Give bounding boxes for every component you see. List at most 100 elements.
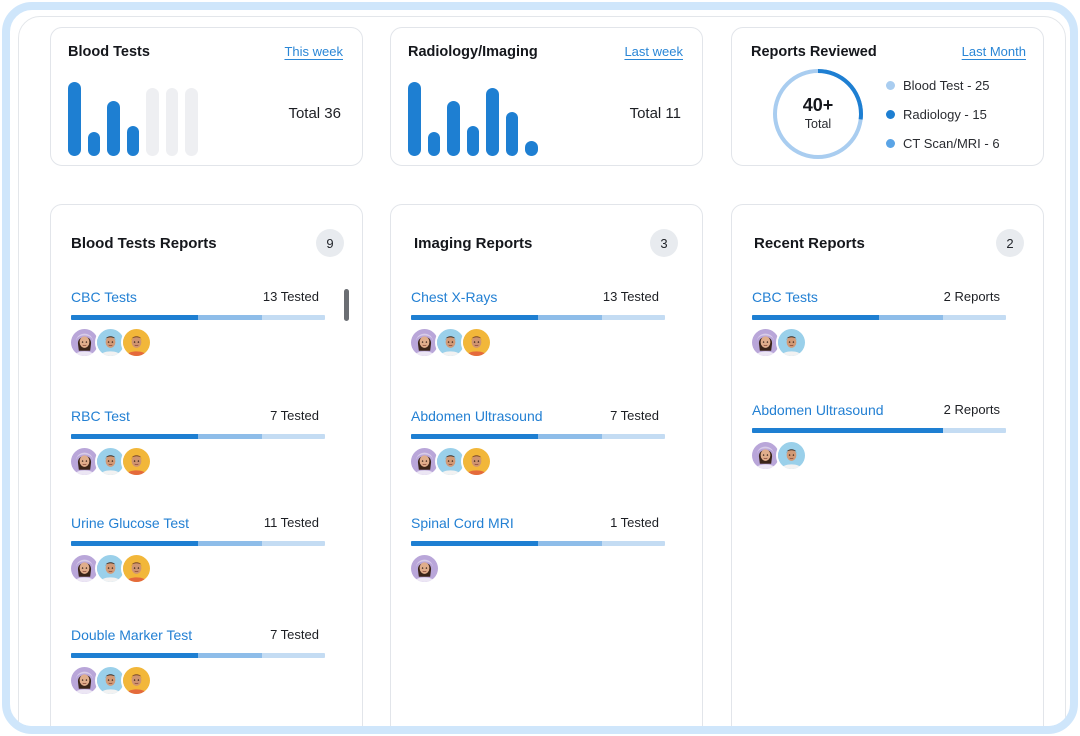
assignee-avatars <box>750 440 807 471</box>
assignee-avatars <box>409 553 440 584</box>
blood-tests-period-link[interactable]: This week <box>284 44 343 59</box>
radiology-summary-card: Radiology/Imaging Last week Total 11 <box>390 27 703 166</box>
progress-segment-mid <box>538 541 602 546</box>
report-item-count: 13 Tested <box>262 289 319 304</box>
progress-segment-main <box>71 315 198 320</box>
assignee-avatars <box>409 446 492 477</box>
bar-3 <box>107 101 120 156</box>
report-item-name[interactable]: RBC Test <box>71 408 130 424</box>
avatar[interactable] <box>121 446 152 477</box>
legend-dot-icon <box>886 139 895 148</box>
bar-2 <box>87 132 100 156</box>
radiology-total: Total 11 <box>629 105 681 122</box>
report-item-name[interactable]: CBC Tests <box>752 289 818 305</box>
blood-tests-total: Total 36 <box>288 105 341 122</box>
reports-legend: Blood Test - 25 Radiology - 15 CT Scan/M… <box>886 71 1000 158</box>
bar-1 <box>408 82 421 156</box>
bar-4 <box>466 126 479 156</box>
report-item-name[interactable]: Spinal Cord MRI <box>411 515 514 531</box>
report-item-count: 2 Reports <box>943 289 1000 304</box>
recent-reports-title: Recent Reports <box>754 235 865 252</box>
blood-tests-reports-card: Blood Tests Reports 9 CBC Tests 13 Teste… <box>50 204 363 726</box>
progress-segment-main <box>71 434 198 439</box>
avatar[interactable] <box>776 327 807 358</box>
report-item-name[interactable]: Chest X-Rays <box>411 289 497 305</box>
report-item-name[interactable]: Double Marker Test <box>71 627 192 643</box>
progress-segment-main <box>752 315 879 320</box>
progress-segment-main <box>752 428 943 433</box>
report-progress-bar <box>752 428 1006 433</box>
avatar[interactable] <box>121 327 152 358</box>
avatar[interactable] <box>776 440 807 471</box>
report-item-count: 7 Tested <box>270 408 319 423</box>
report-item-count: 13 Tested <box>602 289 659 304</box>
legend-dot-icon <box>886 81 895 90</box>
report-progress-bar <box>411 434 665 439</box>
app-frame: Blood Tests This week Total 36 Radiology… <box>2 2 1078 734</box>
report-progress-bar <box>71 653 325 658</box>
progress-segment-mid <box>538 434 602 439</box>
blood-tests-summary-card: Blood Tests This week Total 36 <box>50 27 363 166</box>
progress-segment-mid <box>538 315 602 320</box>
avatar[interactable] <box>461 327 492 358</box>
progress-segment-main <box>71 653 198 658</box>
imaging-reports-card: Imaging Reports 3 Chest X-Rays 13 Tested <box>390 204 703 726</box>
ring-value: 40+ <box>802 95 834 115</box>
report-item-name[interactable]: Abdomen Ultrasound <box>411 408 543 424</box>
bar-3 <box>447 101 460 156</box>
radiology-period-link[interactable]: Last week <box>624 44 683 59</box>
report-item-name[interactable]: Abdomen Ultrasound <box>752 402 884 418</box>
bar-1 <box>68 82 81 156</box>
report-progress-bar <box>71 434 325 439</box>
progress-segment-mid <box>198 653 262 658</box>
imaging-reports-title: Imaging Reports <box>414 235 533 252</box>
assignee-avatars <box>69 446 152 477</box>
report-progress-bar <box>752 315 1006 320</box>
bar-2 <box>427 132 440 156</box>
reports-reviewed-title: Reports Reviewed <box>751 44 877 60</box>
avatar[interactable] <box>409 553 440 584</box>
radiology-bar-chart <box>408 80 538 156</box>
blood-tests-reports-count-badge: 9 <box>316 229 344 257</box>
blood-tests-reports-title: Blood Tests Reports <box>71 235 217 252</box>
radiology-title: Radiology/Imaging <box>408 44 538 60</box>
progress-segment-main <box>411 541 538 546</box>
recent-reports-count-badge: 2 <box>996 229 1024 257</box>
assignee-avatars <box>69 665 152 696</box>
bar-7 <box>525 141 538 156</box>
report-item-count: 2 Reports <box>943 402 1000 417</box>
progress-segment-main <box>411 434 538 439</box>
report-item-count: 1 Tested <box>610 515 659 530</box>
bar-6 <box>505 112 518 156</box>
bar-6 <box>165 88 178 156</box>
reports-reviewed-period-link[interactable]: Last Month <box>962 44 1026 59</box>
legend-item-blood-test: Blood Test - 25 <box>886 71 1000 100</box>
bar-5 <box>486 88 499 156</box>
report-progress-bar <box>71 315 325 320</box>
avatar[interactable] <box>121 665 152 696</box>
recent-reports-card: Recent Reports 2 CBC Tests 2 Reports Abd… <box>731 204 1044 726</box>
legend-dot-icon <box>886 110 895 119</box>
ring-sub-label: Total <box>804 117 832 131</box>
assignee-avatars <box>750 327 807 358</box>
legend-item-radiology: Radiology - 15 <box>886 100 1000 129</box>
assignee-avatars <box>69 553 152 584</box>
progress-segment-mid <box>198 541 262 546</box>
assignee-avatars <box>409 327 492 358</box>
progress-segment-main <box>71 541 198 546</box>
imaging-reports-count-badge: 3 <box>650 229 678 257</box>
progress-segment-mid <box>198 434 262 439</box>
avatar[interactable] <box>461 446 492 477</box>
report-progress-bar <box>411 541 665 546</box>
assignee-avatars <box>69 327 152 358</box>
report-item-count: 7 Tested <box>610 408 659 423</box>
blood-tests-bar-chart <box>68 80 198 156</box>
ring-label: 40+ Total <box>768 95 868 131</box>
avatar[interactable] <box>121 553 152 584</box>
report-item-name[interactable]: Urine Glucose Test <box>71 515 189 531</box>
bar-4 <box>126 126 139 156</box>
blood-tests-scrollbar[interactable] <box>344 289 349 321</box>
bar-7 <box>185 88 198 156</box>
report-item-name[interactable]: CBC Tests <box>71 289 137 305</box>
progress-segment-mid <box>198 315 262 320</box>
